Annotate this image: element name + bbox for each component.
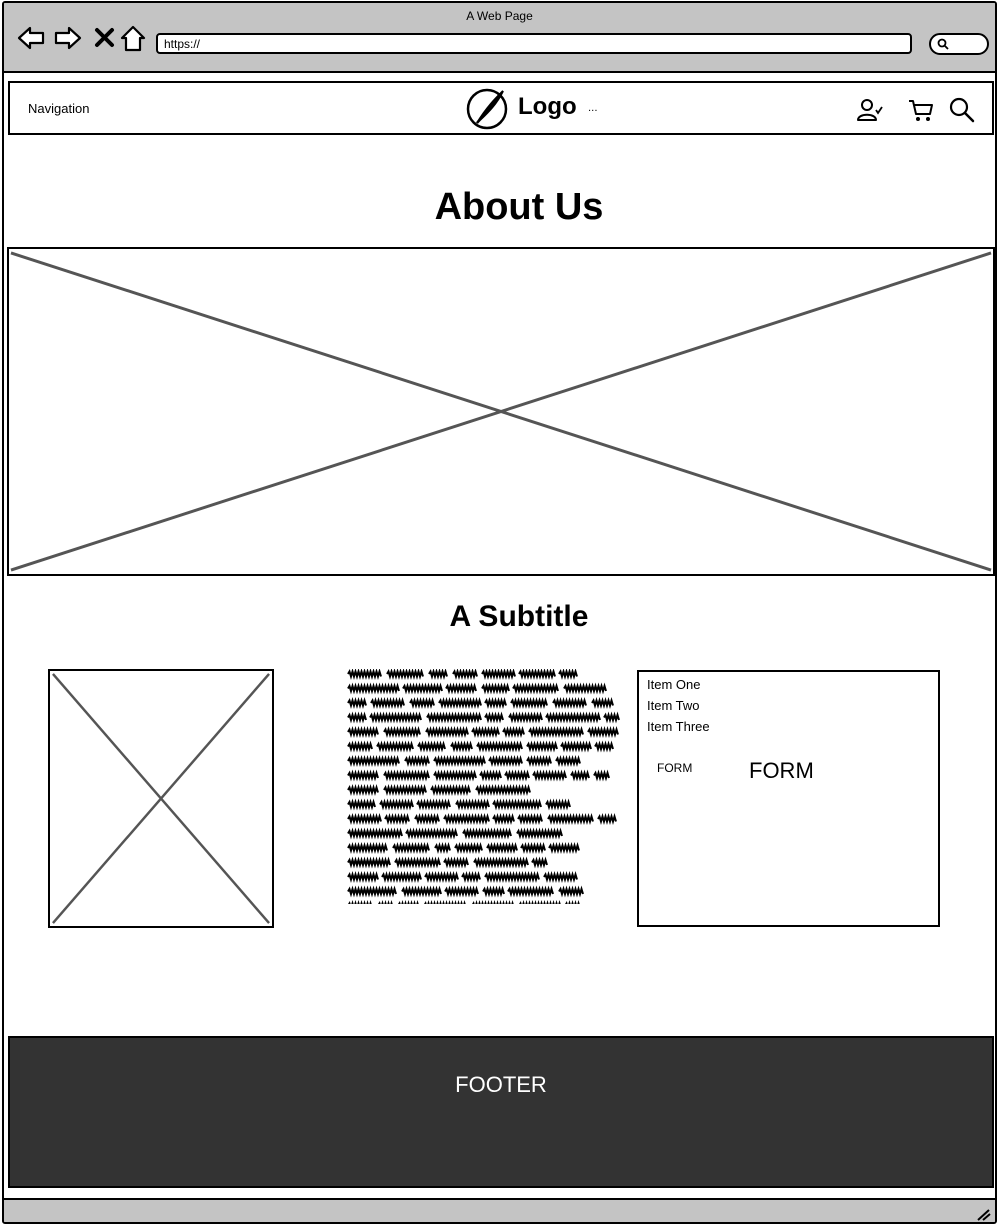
browser-titlebar: A Web Page https:// xyxy=(4,3,995,73)
list-item-one[interactable]: Item One xyxy=(647,677,700,692)
placeholder-text-block xyxy=(346,668,621,912)
url-bar[interactable]: https:// xyxy=(156,33,912,54)
footer-label: FOOTER xyxy=(455,1072,547,1097)
site-header: Navigation Logo ... xyxy=(8,81,994,135)
back-arrow-icon[interactable] xyxy=(16,23,46,53)
forward-arrow-icon[interactable] xyxy=(53,23,83,53)
form-label-large[interactable]: FORM xyxy=(749,758,814,784)
page-title: About Us xyxy=(434,186,604,228)
close-x-icon[interactable] xyxy=(90,23,120,53)
list-item-two[interactable]: Item Two xyxy=(647,698,700,713)
window-title: A Web Page xyxy=(466,9,533,23)
compass-logo-icon[interactable] xyxy=(465,87,509,131)
logo-ellipsis: ... xyxy=(588,103,598,114)
cart-icon[interactable] xyxy=(907,96,935,124)
search-icon xyxy=(937,38,949,50)
search-icon[interactable] xyxy=(948,96,976,124)
logo-text[interactable]: Logo xyxy=(518,93,577,121)
hero-image-placeholder xyxy=(7,247,995,576)
site-footer: FOOTER xyxy=(8,1036,994,1188)
image-placeholder xyxy=(48,669,274,928)
browser-statusbar xyxy=(4,1198,995,1222)
navigation-menu[interactable]: Navigation xyxy=(28,101,89,116)
browser-search-field[interactable] xyxy=(929,33,989,55)
home-icon[interactable] xyxy=(118,23,148,53)
browser-window: A Web Page https:// Navigation Logo ... … xyxy=(2,1,997,1224)
form-label-small[interactable]: FORM xyxy=(657,761,692,775)
list-item-three[interactable]: Item Three xyxy=(647,719,710,734)
user-check-icon[interactable] xyxy=(856,96,884,124)
resize-grip-icon[interactable] xyxy=(975,1206,991,1221)
form-panel: Item One Item Two Item Three FORM FORM xyxy=(637,670,940,927)
section-subtitle: A Subtitle xyxy=(449,600,589,633)
scribble-text-lines xyxy=(347,668,620,912)
